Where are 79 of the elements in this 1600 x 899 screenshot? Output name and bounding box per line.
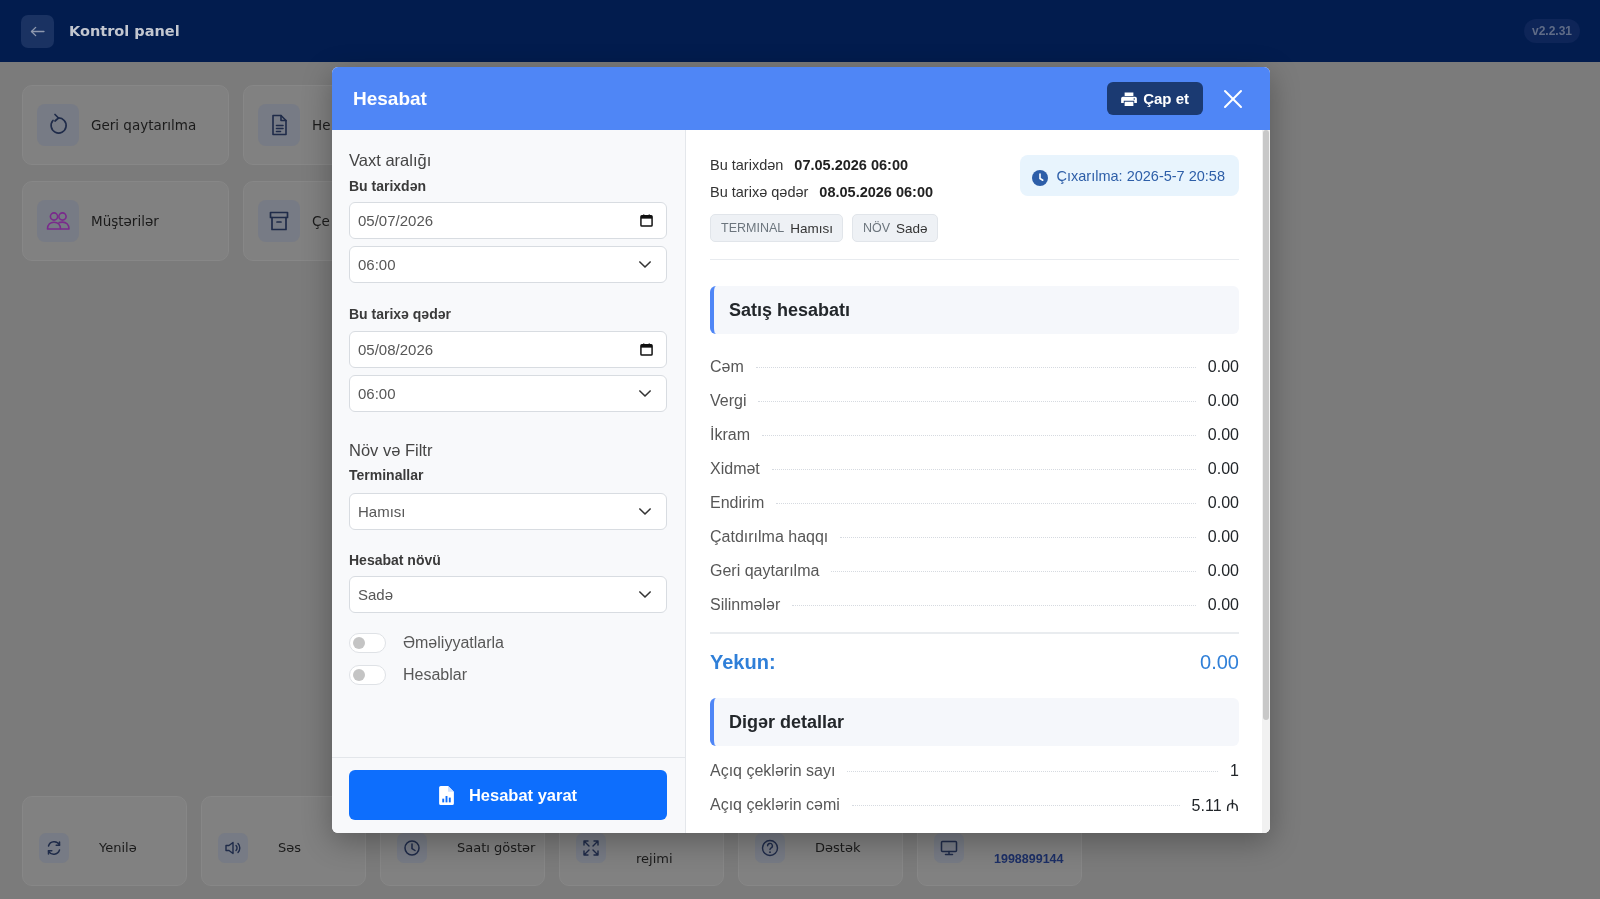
archive-box-icon: [258, 200, 300, 242]
calendar-icon: [640, 214, 653, 227]
section-heading: Vaxt aralığı: [349, 150, 433, 170]
date-field[interactable]: 05/08/2026: [349, 331, 667, 368]
period-label: Bu tarixdən: [710, 156, 784, 175]
row-label: Geri qaytarılma: [710, 562, 820, 580]
row-label: Endirim: [710, 494, 765, 512]
expand-arrows-icon: [576, 833, 606, 863]
people-icon: [37, 200, 79, 242]
row-value: 0.00: [1207, 596, 1239, 614]
clock-icon: [397, 833, 427, 863]
field-label: Terminallar: [349, 466, 425, 484]
period-value: 08.05.2026 06:00: [819, 183, 934, 202]
calendar-icon: [640, 343, 653, 356]
toggle-label: Əməliyyatlarla: [403, 634, 504, 652]
row-value: 5.11 ₼: [1191, 796, 1239, 816]
menu-tile[interactable]: Yenilə: [22, 796, 187, 886]
chevron-down-icon: [639, 261, 651, 268]
chip-label: NÖV: [862, 221, 891, 235]
arrow-left-icon: [30, 25, 45, 37]
period-label: Bu tarixə qədər: [710, 183, 809, 202]
document-icon: [258, 104, 300, 146]
section-header: Satış hesabatı: [710, 286, 1239, 334]
printer-icon: [1121, 91, 1138, 106]
field-label: Bu tarixə qədər: [349, 305, 452, 323]
total-label: Yekun:: [710, 650, 776, 674]
total-value: 0.00: [1200, 650, 1239, 674]
chevron-down-icon: [639, 390, 651, 397]
section-heading: Növ və Filtr: [349, 440, 434, 460]
speaker-icon: [218, 833, 248, 863]
menu-tile[interactable]: Müştərilər: [22, 181, 229, 261]
row-label: Çatdırılma haqqı: [710, 528, 829, 546]
row-label: İkram: [710, 426, 750, 444]
row-label: Xidmət: [710, 460, 760, 478]
toggle-label: Hesablar: [403, 666, 468, 684]
row-value: 0.00: [1207, 392, 1239, 410]
period-value: 07.05.2026 06:00: [794, 156, 909, 175]
dialog-title: Hesabat: [353, 87, 427, 110]
generated-time-text: Çıxarılma: 2026-5-7 20:58: [1056, 167, 1225, 184]
row-value: 0.00: [1207, 528, 1239, 546]
chevron-down-icon: [639, 591, 651, 598]
generate-report-button[interactable]: Hesabat yarat: [349, 770, 667, 820]
row-value: 0.00: [1207, 426, 1239, 444]
chip-label: TERMINAL: [721, 221, 785, 235]
menu-tile[interactable]: Geri qaytarılma: [22, 85, 229, 165]
date-field[interactable]: 05/07/2026: [349, 202, 667, 239]
close-icon: [1223, 88, 1243, 109]
document-chart-icon: [438, 785, 454, 805]
row-value: 1: [1230, 762, 1239, 780]
time-select[interactable]: 06:00: [349, 375, 667, 412]
row-value: 0.00: [1207, 358, 1239, 376]
page-title: Kontrol panel: [69, 23, 180, 39]
time-select[interactable]: 06:00: [349, 246, 667, 283]
back-button[interactable]: [21, 14, 54, 48]
chip-value: Sadə: [896, 220, 928, 236]
report-type-select[interactable]: Sadə: [349, 576, 667, 613]
row-label: Açıq çeklərin sayı: [710, 762, 836, 780]
field-label: Hesabat növü: [349, 551, 442, 569]
toggle-switch[interactable]: [349, 665, 386, 685]
refresh-icon: [39, 833, 69, 863]
clock-icon: [1031, 169, 1048, 186]
field-label: Bu tarixdən: [349, 177, 427, 195]
row-label: Vergi: [710, 392, 747, 410]
row-value: 0.00: [1207, 460, 1239, 478]
menu-tile[interactable]: Səs: [201, 796, 366, 886]
help-icon: [755, 833, 785, 863]
chevron-down-icon: [639, 508, 651, 515]
scrollbar-thumb[interactable]: [1263, 130, 1269, 720]
terminal-select[interactable]: Hamısı: [349, 493, 667, 530]
row-value: 0.00: [1207, 562, 1239, 580]
version-badge: v2.2.31: [1523, 19, 1580, 43]
row-label: Cəm: [710, 358, 744, 376]
section-header: Digər detallar: [710, 698, 1239, 746]
monitor-icon: [934, 833, 964, 863]
row-value: 0.00: [1207, 494, 1239, 512]
print-button[interactable]: Çap et: [1107, 82, 1203, 115]
row-label: Silinmələr: [710, 596, 781, 614]
toggle-switch[interactable]: [349, 633, 386, 653]
chip-value: Hamısı: [790, 220, 833, 236]
